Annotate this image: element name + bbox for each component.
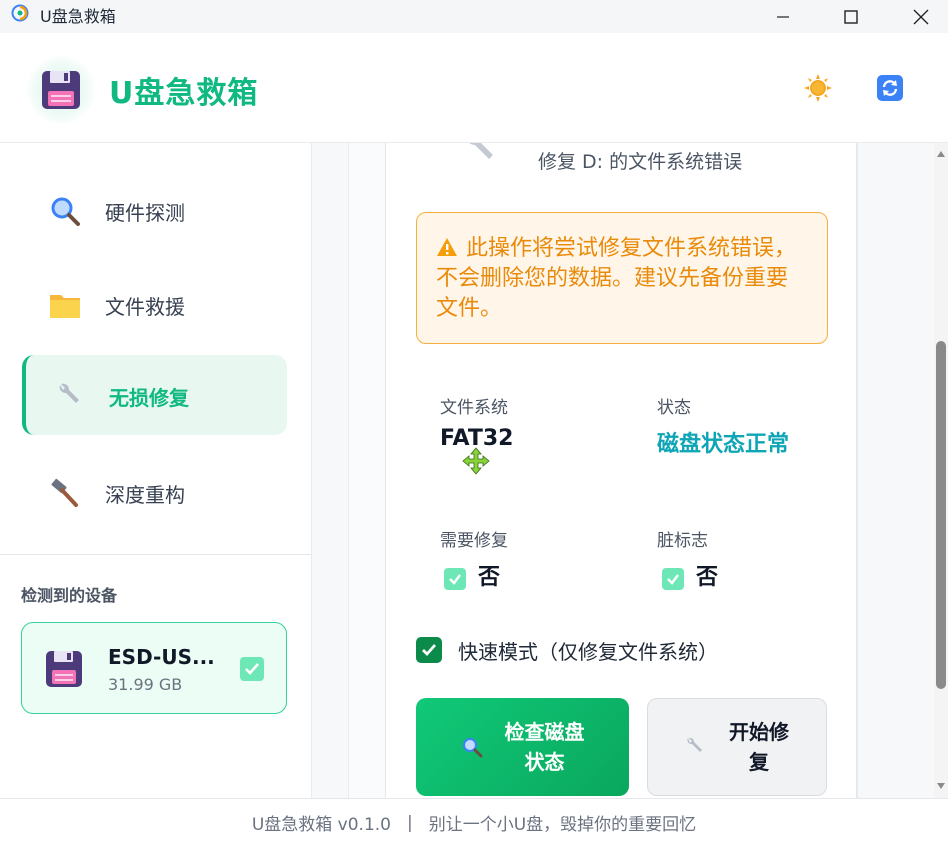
devices-title: 检测到的设备: [21, 586, 118, 605]
device-size: 31.99 GB: [108, 675, 183, 694]
logo: [26, 55, 96, 125]
warning-box: 此操作将尝试修复文件系统错误，不会删除您的数据。建议先备份重要文件。: [416, 212, 828, 344]
check-disk-label-line2: 状态: [524, 750, 565, 774]
check-disk-button[interactable]: 检查磁盘 状态: [416, 698, 629, 796]
needs-repair-value: 否: [444, 559, 500, 591]
warning-icon: [437, 238, 457, 256]
sidebar-item-label: 深度重构: [105, 483, 185, 507]
check-disk-label-line1: 检查磁盘: [504, 720, 585, 744]
start-repair-label: 开始修 复: [729, 717, 789, 777]
window-title: U盘急救箱: [40, 7, 116, 26]
sidebar-item-file-rescue[interactable]: 文件救援: [22, 264, 287, 344]
main-content: 修复 D: 的文件系统错误 此操作将尝试修复文件系统错误，不会删除您的数据。建议…: [312, 143, 934, 798]
wrench-icon: [469, 143, 493, 159]
dirty-text: 否: [696, 565, 719, 590]
status-value: 磁盘状态正常: [657, 432, 790, 457]
quick-mode-option[interactable]: 快速模式（仅修复文件系统）: [416, 636, 718, 664]
scrollbar-thumb[interactable]: [936, 341, 946, 689]
sidebar: 硬件探测 文件救援 无损修复 深度重构 检测到的设备 ESD-US... 31.…: [0, 143, 312, 798]
check-icon: [662, 568, 684, 590]
wrench-icon: [52, 379, 86, 413]
sidebar-item-label: 硬件探测: [105, 201, 185, 225]
scroll-down-icon[interactable]: [936, 781, 946, 791]
brand-title: U盘急救箱: [109, 76, 259, 111]
hammer-icon: [48, 476, 82, 510]
status-label: 状态: [657, 398, 691, 418]
check-icon: [444, 568, 466, 590]
sidebar-divider: [0, 554, 311, 555]
sidebar-item-label: 文件救援: [105, 295, 185, 319]
floppy-disk-icon: [46, 651, 82, 687]
minimize-icon: [777, 15, 789, 18]
magnifier-icon: [462, 738, 482, 758]
refresh-icon: [877, 75, 903, 101]
start-repair-label-line2: 复: [749, 750, 769, 774]
start-repair-label-line1: 开始修: [729, 720, 789, 744]
app-header: U盘急救箱: [0, 33, 948, 143]
device-name: ESD-US...: [108, 645, 215, 669]
repair-panel: 修复 D: 的文件系统错误 此操作将尝试修复文件系统错误，不会删除您的数据。建议…: [385, 143, 857, 798]
quick-mode-label: 快速模式（仅修复文件系统）: [458, 639, 718, 664]
close-button[interactable]: [898, 0, 944, 33]
sidebar-item-label: 无损修复: [109, 386, 189, 410]
title-bar: U盘急救箱: [0, 0, 948, 33]
dirty-value: 否: [662, 559, 718, 591]
warning-text: 此操作将尝试修复文件系统错误，不会删除您的数据。建议先备份重要文件。: [436, 236, 797, 321]
check-disk-label: 检查磁盘 状态: [505, 717, 585, 777]
check-icon: [422, 644, 437, 657]
magnifier-icon: [48, 194, 82, 228]
floppy-disk-icon: [42, 71, 80, 109]
needs-repair-text: 否: [478, 565, 501, 590]
maximize-button[interactable]: [828, 0, 874, 33]
start-repair-button[interactable]: 开始修 复: [647, 698, 827, 796]
move-cursor-icon: [462, 447, 490, 475]
sun-icon: [804, 74, 832, 102]
maximize-icon: [844, 9, 858, 24]
quick-mode-checkbox[interactable]: [416, 637, 442, 663]
device-selected-checkbox[interactable]: [240, 657, 264, 681]
dirty-label: 脏标志: [657, 531, 708, 551]
minimize-button[interactable]: [760, 0, 806, 33]
sidebar-item-lossless-repair[interactable]: 无损修复: [22, 355, 287, 435]
scroll-up-icon[interactable]: [936, 149, 946, 159]
app-icon: [11, 4, 29, 22]
vertical-scrollbar[interactable]: [934, 143, 948, 798]
panel-subtitle: 修复 D: 的文件系统错误: [538, 151, 743, 173]
sidebar-item-deep-rebuild[interactable]: 深度重构: [22, 452, 287, 532]
refresh-button[interactable]: [875, 73, 905, 103]
footer-version: U盘急救箱 v0.1.0: [251, 815, 391, 835]
needs-repair-label: 需要修复: [440, 531, 508, 551]
folder-icon: [48, 288, 82, 322]
footer-separator: |: [406, 812, 413, 833]
theme-toggle-button[interactable]: [803, 73, 833, 103]
wrench-icon: [687, 737, 702, 752]
fs-label: 文件系统: [440, 398, 508, 418]
sidebar-item-hardware-detect[interactable]: 硬件探测: [22, 170, 287, 250]
device-card[interactable]: ESD-US... 31.99 GB: [21, 622, 287, 714]
close-icon: [913, 9, 929, 24]
footer-slogan: 别让一个小U盘，毁掉你的重要回忆: [428, 815, 697, 835]
footer: U盘急救箱 v0.1.0 | 别让一个小U盘，毁掉你的重要回忆: [0, 798, 948, 846]
check-icon: [245, 663, 259, 675]
